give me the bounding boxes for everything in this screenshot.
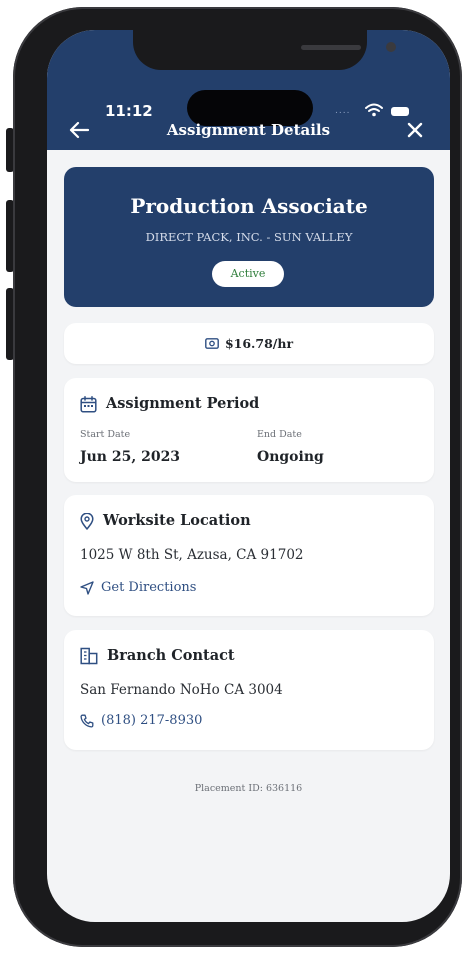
camera	[386, 42, 396, 52]
map-pin-icon	[80, 512, 94, 530]
branch-phone-number: (818) 217-8930	[101, 713, 203, 728]
placement-id: Placement ID: 636116	[194, 783, 303, 794]
worksite-location-card: Worksite Location 1025 W 8th St, Azusa, …	[64, 495, 434, 616]
building-icon	[80, 647, 98, 665]
phone-screen: 11:12 .... Assignment Details Production…	[47, 30, 450, 922]
page: 11:12 .... Assignment Details Production…	[0, 0, 475, 953]
phone-notch	[133, 30, 396, 70]
phone-icon	[80, 714, 94, 728]
assignment-period-heading: Assignment Period	[106, 395, 260, 412]
worksite-address: 1025 W 8th St, Azusa, CA 91702	[80, 547, 304, 563]
arrow-left-icon	[69, 121, 90, 139]
pay-rate-card: $16.78/hr	[64, 323, 434, 364]
pay-rate-row: $16.78/hr	[64, 323, 434, 364]
branch-name: San Fernando NoHo CA 3004	[80, 682, 283, 698]
status-badge: Active	[212, 261, 284, 287]
close-icon	[407, 122, 423, 138]
end-date-value: Ongoing	[257, 449, 324, 465]
assignment-period-card: Assignment Period Start Date Jun 25, 202…	[64, 378, 434, 482]
wifi-icon	[365, 103, 383, 117]
calendar-icon	[80, 395, 97, 413]
end-date-label: End Date	[257, 429, 302, 440]
worksite-location-header: Worksite Location	[80, 511, 251, 531]
battery-icon	[391, 107, 409, 116]
branch-contact-card: Branch Contact San Fernando NoHo CA 3004…	[64, 630, 434, 750]
job-title: Production Associate	[130, 194, 368, 218]
page-title: Assignment Details	[166, 121, 331, 139]
company-name: DIRECT PACK, INC. - SUN VALLEY	[145, 230, 353, 244]
money-icon	[205, 338, 219, 349]
speaker	[301, 45, 361, 50]
branch-contact-header: Branch Contact	[80, 646, 235, 666]
get-directions-label: Get Directions	[101, 580, 197, 595]
navigation-arrow-icon	[80, 581, 94, 595]
start-date-label: Start Date	[80, 429, 131, 440]
get-directions-link[interactable]: Get Directions	[80, 579, 196, 597]
branch-phone-link[interactable]: (818) 217-8930	[80, 712, 202, 730]
assignment-summary-card: Production Associate DIRECT PACK, INC. -…	[64, 167, 434, 307]
pay-rate: $16.78/hr	[224, 336, 294, 351]
worksite-location-heading: Worksite Location	[103, 512, 251, 529]
back-button[interactable]	[65, 116, 93, 144]
branch-contact-heading: Branch Contact	[107, 647, 235, 664]
start-date-value: Jun 25, 2023	[80, 449, 181, 465]
assignment-period-header: Assignment Period	[80, 394, 259, 414]
close-button[interactable]	[401, 116, 429, 144]
